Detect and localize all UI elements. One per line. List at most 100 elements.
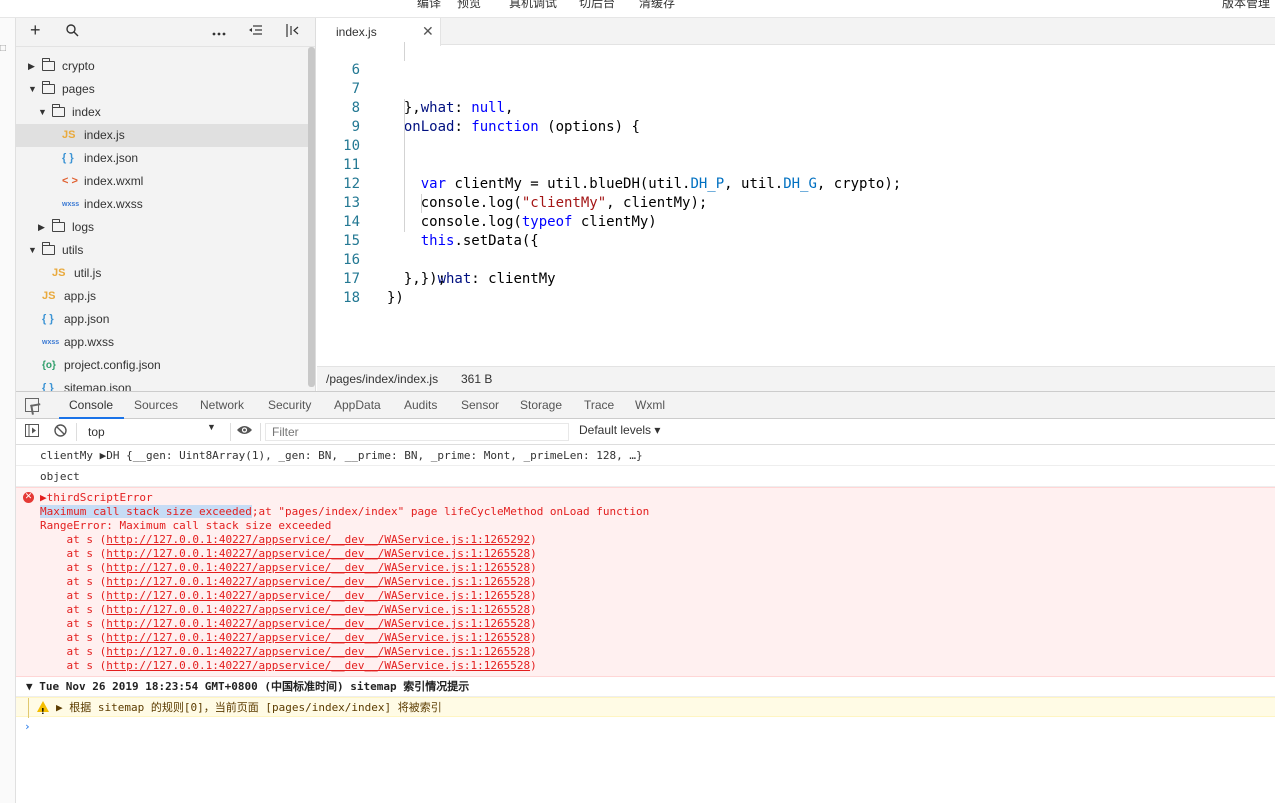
tree-item-pages[interactable]: ▼ pages	[16, 78, 308, 101]
stack-link[interactable]: http://127.0.0.1:40227/appservice/__dev_…	[106, 603, 530, 616]
stack-link[interactable]: http://127.0.0.1:40227/appservice/__dev_…	[106, 645, 530, 658]
tree-item-app-js[interactable]: JS app.js	[16, 285, 308, 308]
js-file-icon: JS	[62, 129, 76, 141]
log-levels-select[interactable]: Default levels ▾	[579, 423, 660, 437]
stack-frame-text: at s (http://127.0.0.1:40227/appservice/…	[40, 645, 536, 659]
tree-item-crypto[interactable]: ▶ crypto	[16, 55, 308, 78]
caret-down-icon: ▼	[28, 245, 37, 255]
tab-network[interactable]: Network	[200, 398, 244, 412]
search-icon[interactable]	[66, 24, 79, 41]
stack-prefix: at s (	[40, 575, 107, 588]
tree-item-sitemap-json[interactable]: { } sitemap.json	[16, 377, 308, 391]
stack-link[interactable]: http://127.0.0.1:40227/appservice/__dev_…	[106, 617, 530, 630]
filter-input[interactable]	[265, 423, 569, 441]
stack-frame-text: at s (http://127.0.0.1:40227/appservice/…	[40, 603, 536, 617]
warning-text[interactable]: ▶ 根据 sitemap 的规则[0]，当前页面 [pages/index/in…	[56, 698, 442, 718]
explorer-scrollbar[interactable]	[308, 47, 315, 387]
close-icon[interactable]: ✕	[422, 23, 434, 40]
tree-item-label: sitemap.json	[64, 381, 132, 391]
wxss-file-icon: wxss	[42, 339, 60, 346]
tree-item-project-config[interactable]: {o} project.config.json	[16, 354, 308, 377]
clear-cache-button[interactable]: 清缓存	[639, 0, 675, 11]
stack-link[interactable]: http://127.0.0.1:40227/appservice/__dev_…	[106, 631, 530, 644]
explorer-toolbar: +	[16, 18, 315, 47]
file-explorer: + ▶ crypto ▼ pages ▼ index JS index.js {…	[16, 18, 316, 391]
tree-item-logs[interactable]: ▶ logs	[16, 216, 308, 239]
tree-item-index-js[interactable]: JS index.js	[16, 124, 308, 147]
tab-appdata[interactable]: AppData	[334, 398, 381, 412]
console-error-entry: ✕ ▶thirdScriptError Maximum call stack s…	[16, 487, 1275, 677]
tree-item-util-js[interactable]: JS util.js	[16, 262, 308, 285]
error-header[interactable]: ▶thirdScriptError	[16, 491, 1275, 505]
indent-guide	[404, 42, 405, 61]
inspect-element-icon[interactable]	[25, 398, 39, 412]
console-filterbar: top ▼ Default levels ▾	[16, 419, 1275, 445]
tab-sources[interactable]: Sources	[134, 398, 178, 412]
add-file-icon[interactable]: +	[30, 21, 41, 39]
tree-item-label: project.config.json	[64, 358, 161, 372]
console-group-header[interactable]: ▼ Tue Nov 26 2019 18:23:54 GMT+0800 (中国标…	[16, 677, 1275, 697]
version-manage-button[interactable]: 版本管理	[1222, 0, 1270, 11]
tab-label: index.js	[336, 25, 377, 39]
stack-prefix: at s (	[40, 631, 107, 644]
json-file-icon: { }	[62, 152, 74, 164]
tree-item-app-json[interactable]: { } app.json	[16, 308, 308, 331]
tree-item-index-json[interactable]: { } index.json	[16, 147, 308, 170]
more-icon[interactable]	[212, 24, 226, 40]
stack-link[interactable]: http://127.0.0.1:40227/appservice/__dev_…	[106, 575, 530, 588]
stack-frame-text: at s (http://127.0.0.1:40227/appservice/…	[40, 575, 537, 589]
tree-item-index-wxml[interactable]: < > index.wxml	[16, 170, 308, 193]
tree-item-utils[interactable]: ▼ utils	[16, 239, 308, 262]
collapse-all-icon[interactable]	[249, 24, 263, 40]
remote-debug-button[interactable]: 真机调试	[509, 0, 557, 11]
stack-link[interactable]: http://127.0.0.1:40227/appservice/__dev_…	[106, 561, 530, 574]
tab-audits[interactable]: Audits	[404, 398, 437, 412]
stack-prefix: at s (	[40, 645, 107, 658]
stack-link[interactable]: http://127.0.0.1:40227/appservice/__dev_…	[106, 589, 530, 602]
tab-console[interactable]: Console	[69, 398, 113, 412]
stack-link[interactable]: http://127.0.0.1:40227/appservice/__dev_…	[106, 547, 530, 560]
divider	[260, 423, 261, 441]
background-button[interactable]: 切后台	[579, 0, 615, 11]
tree-item-label: app.wxss	[64, 335, 115, 349]
code-line: 6 what: null,	[317, 42, 1275, 116]
tab-security[interactable]: Security	[268, 398, 311, 412]
indent-guide	[421, 194, 422, 213]
tab-wxml[interactable]: Wxml	[635, 398, 665, 412]
context-select[interactable]: top	[83, 423, 223, 441]
group-title: ▼ Tue Nov 26 2019 18:23:54 GMT+0800 (中国标…	[26, 680, 470, 693]
stack-suffix: )	[530, 575, 537, 588]
stack-link[interactable]: http://127.0.0.1:40227/appservice/__dev_…	[106, 533, 530, 546]
tree-item-label: app.json	[64, 312, 110, 326]
toggle-panel-icon[interactable]	[286, 24, 300, 41]
stack-frame-text: at s (http://127.0.0.1:40227/appservice/…	[40, 589, 536, 603]
compile-button[interactable]: 编译	[417, 0, 441, 11]
stack-prefix: at s (	[40, 659, 107, 672]
selected-text: Maximum call stack size exceeded	[40, 505, 252, 518]
stack-link[interactable]: http://127.0.0.1:40227/appservice/__dev_…	[106, 659, 530, 672]
tree-item-label: pages	[62, 82, 95, 96]
log-text[interactable]: clientMy ▶DH {__gen: Uint8Array(1), _gen…	[40, 445, 643, 466]
clear-console-icon[interactable]	[54, 424, 67, 440]
tree-item-index-wxss[interactable]: wxss index.wxss	[16, 193, 308, 216]
tree-item-label: index.wxml	[84, 174, 144, 188]
tab-trace[interactable]: Trace	[584, 398, 614, 412]
code-area[interactable]: 6 what: null, 7 }, 8 onLoad: function (o…	[317, 42, 1275, 362]
tab-storage[interactable]: Storage	[520, 398, 562, 412]
caret-down-icon: ▼	[28, 84, 37, 94]
dropdown-arrow-icon[interactable]: ▼	[207, 422, 216, 432]
tree-item-app-wxss[interactable]: wxss app.wxss	[16, 331, 308, 354]
stack-frame-text: at s (http://127.0.0.1:40227/appservice/…	[40, 617, 536, 631]
eye-icon[interactable]	[236, 424, 253, 439]
sidebar-toggle-icon[interactable]	[25, 424, 39, 440]
console-prompt[interactable]: ›	[16, 717, 1275, 737]
tab-sensor[interactable]: Sensor	[461, 398, 499, 412]
console-output: clientMy ▶DH {__gen: Uint8Array(1), _gen…	[16, 445, 1275, 803]
folder-icon	[52, 219, 65, 232]
tree-item-label: logs	[72, 220, 95, 234]
console-log-entry: clientMy ▶DH {__gen: Uint8Array(1), _gen…	[16, 445, 1275, 466]
divider	[230, 423, 231, 441]
tree-item-index-folder[interactable]: ▼ index	[16, 101, 308, 124]
code-line: 18	[317, 270, 1275, 306]
preview-button[interactable]: 预览	[457, 0, 481, 11]
